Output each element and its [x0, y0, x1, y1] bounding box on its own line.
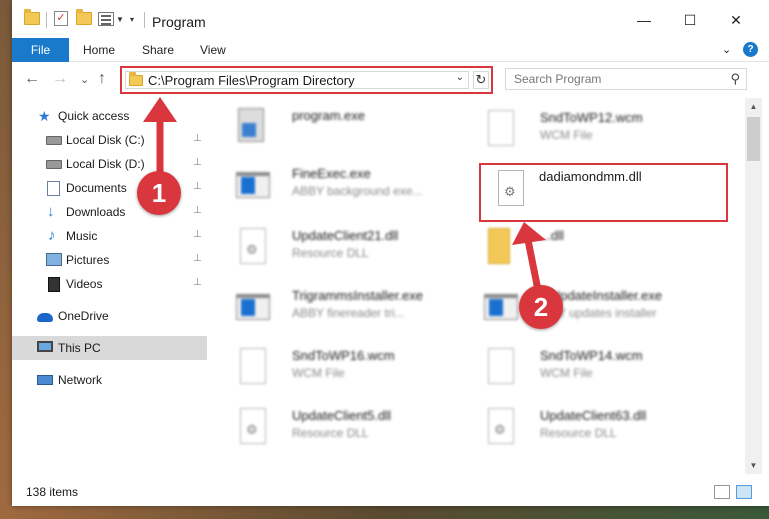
step-2-badge: 2: [519, 285, 563, 329]
arrow-1: [143, 97, 177, 180]
annotation-arrows: [143, 97, 546, 291]
step-1-badge: 1: [137, 171, 181, 215]
arrow-2: [512, 222, 546, 291]
